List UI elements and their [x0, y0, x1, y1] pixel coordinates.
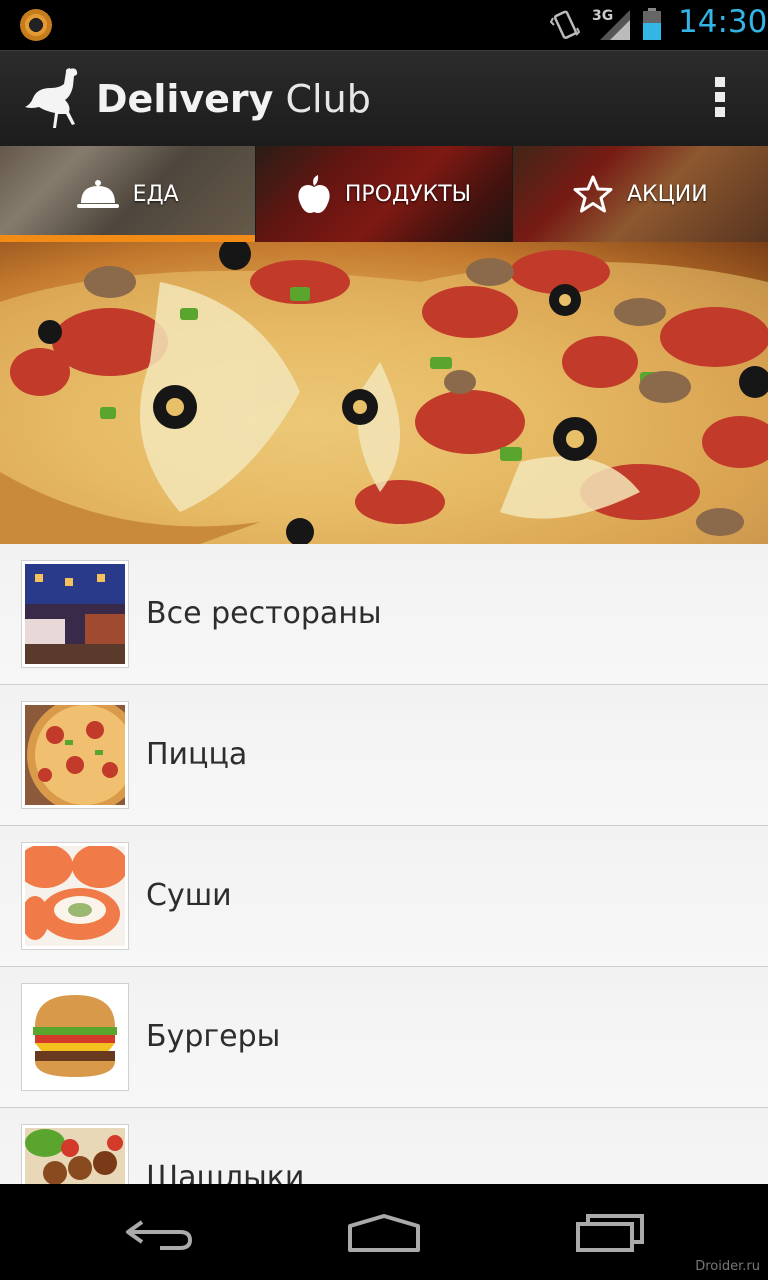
- tab-products[interactable]: ПРОДУКТЫ: [256, 146, 513, 242]
- list-item-sushi[interactable]: Суши: [0, 826, 768, 967]
- list-item-all-restaurants[interactable]: Все рестораны: [0, 544, 768, 685]
- list-item-skewers[interactable]: Шашлыки: [0, 1108, 768, 1184]
- action-bar: Delivery Club: [0, 50, 768, 146]
- sushi-thumbnail: [22, 843, 128, 949]
- burger-thumbnail: [22, 984, 128, 1090]
- list-item-burgers[interactable]: Бургеры: [0, 967, 768, 1108]
- watermark: Droider.ru: [695, 1259, 760, 1274]
- battery-icon: [643, 8, 661, 40]
- star-icon: [573, 175, 613, 213]
- tab-food-label: ЕДА: [132, 181, 179, 207]
- cloche-icon: [76, 180, 119, 208]
- list-item-label: Бургеры: [146, 1019, 281, 1054]
- tab-promotions[interactable]: АКЦИИ: [512, 146, 768, 242]
- restaurant-category-list: Все рестораны Пицца Суши Бургеры Шашлыки: [0, 544, 768, 1184]
- vibrate-icon: [550, 10, 580, 40]
- skewers-thumbnail: [22, 1125, 128, 1184]
- status-bar: 3G 14:30: [0, 0, 768, 50]
- home-icon[interactable]: [344, 1208, 424, 1258]
- overflow-menu-icon[interactable]: [700, 75, 740, 125]
- app-title-bold: Delivery: [96, 77, 274, 121]
- app-title: Delivery Club: [96, 77, 371, 121]
- network-type: 3G: [592, 8, 614, 24]
- system-navigation-bar: Droider.ru: [0, 1184, 768, 1280]
- list-item-label: Шашлыки: [146, 1160, 305, 1184]
- ostrich-logo-icon[interactable]: [20, 65, 84, 131]
- tab-active-indicator: [0, 235, 256, 242]
- category-tabs: ЕДА ПРОДУКТЫ АКЦИИ: [0, 146, 768, 242]
- restaurant-interior-thumbnail: [22, 561, 128, 667]
- recent-apps-icon[interactable]: [570, 1208, 650, 1258]
- tab-promotions-label: АКЦИИ: [626, 181, 708, 207]
- app-title-light: Club: [285, 77, 371, 121]
- app-notification-icon: [20, 9, 52, 41]
- tab-food[interactable]: ЕДА: [0, 146, 257, 242]
- list-item-pizza[interactable]: Пицца: [0, 685, 768, 826]
- back-icon[interactable]: [120, 1208, 200, 1258]
- clock: 14:30: [678, 4, 768, 40]
- list-item-label: Пицца: [146, 737, 248, 772]
- list-item-label: Все рестораны: [146, 596, 382, 631]
- apple-icon: [298, 175, 330, 213]
- list-item-label: Суши: [146, 878, 232, 913]
- tab-products-label: ПРОДУКТЫ: [344, 181, 472, 207]
- pizza-banner-image: [0, 242, 768, 544]
- pizza-thumbnail: [22, 702, 128, 808]
